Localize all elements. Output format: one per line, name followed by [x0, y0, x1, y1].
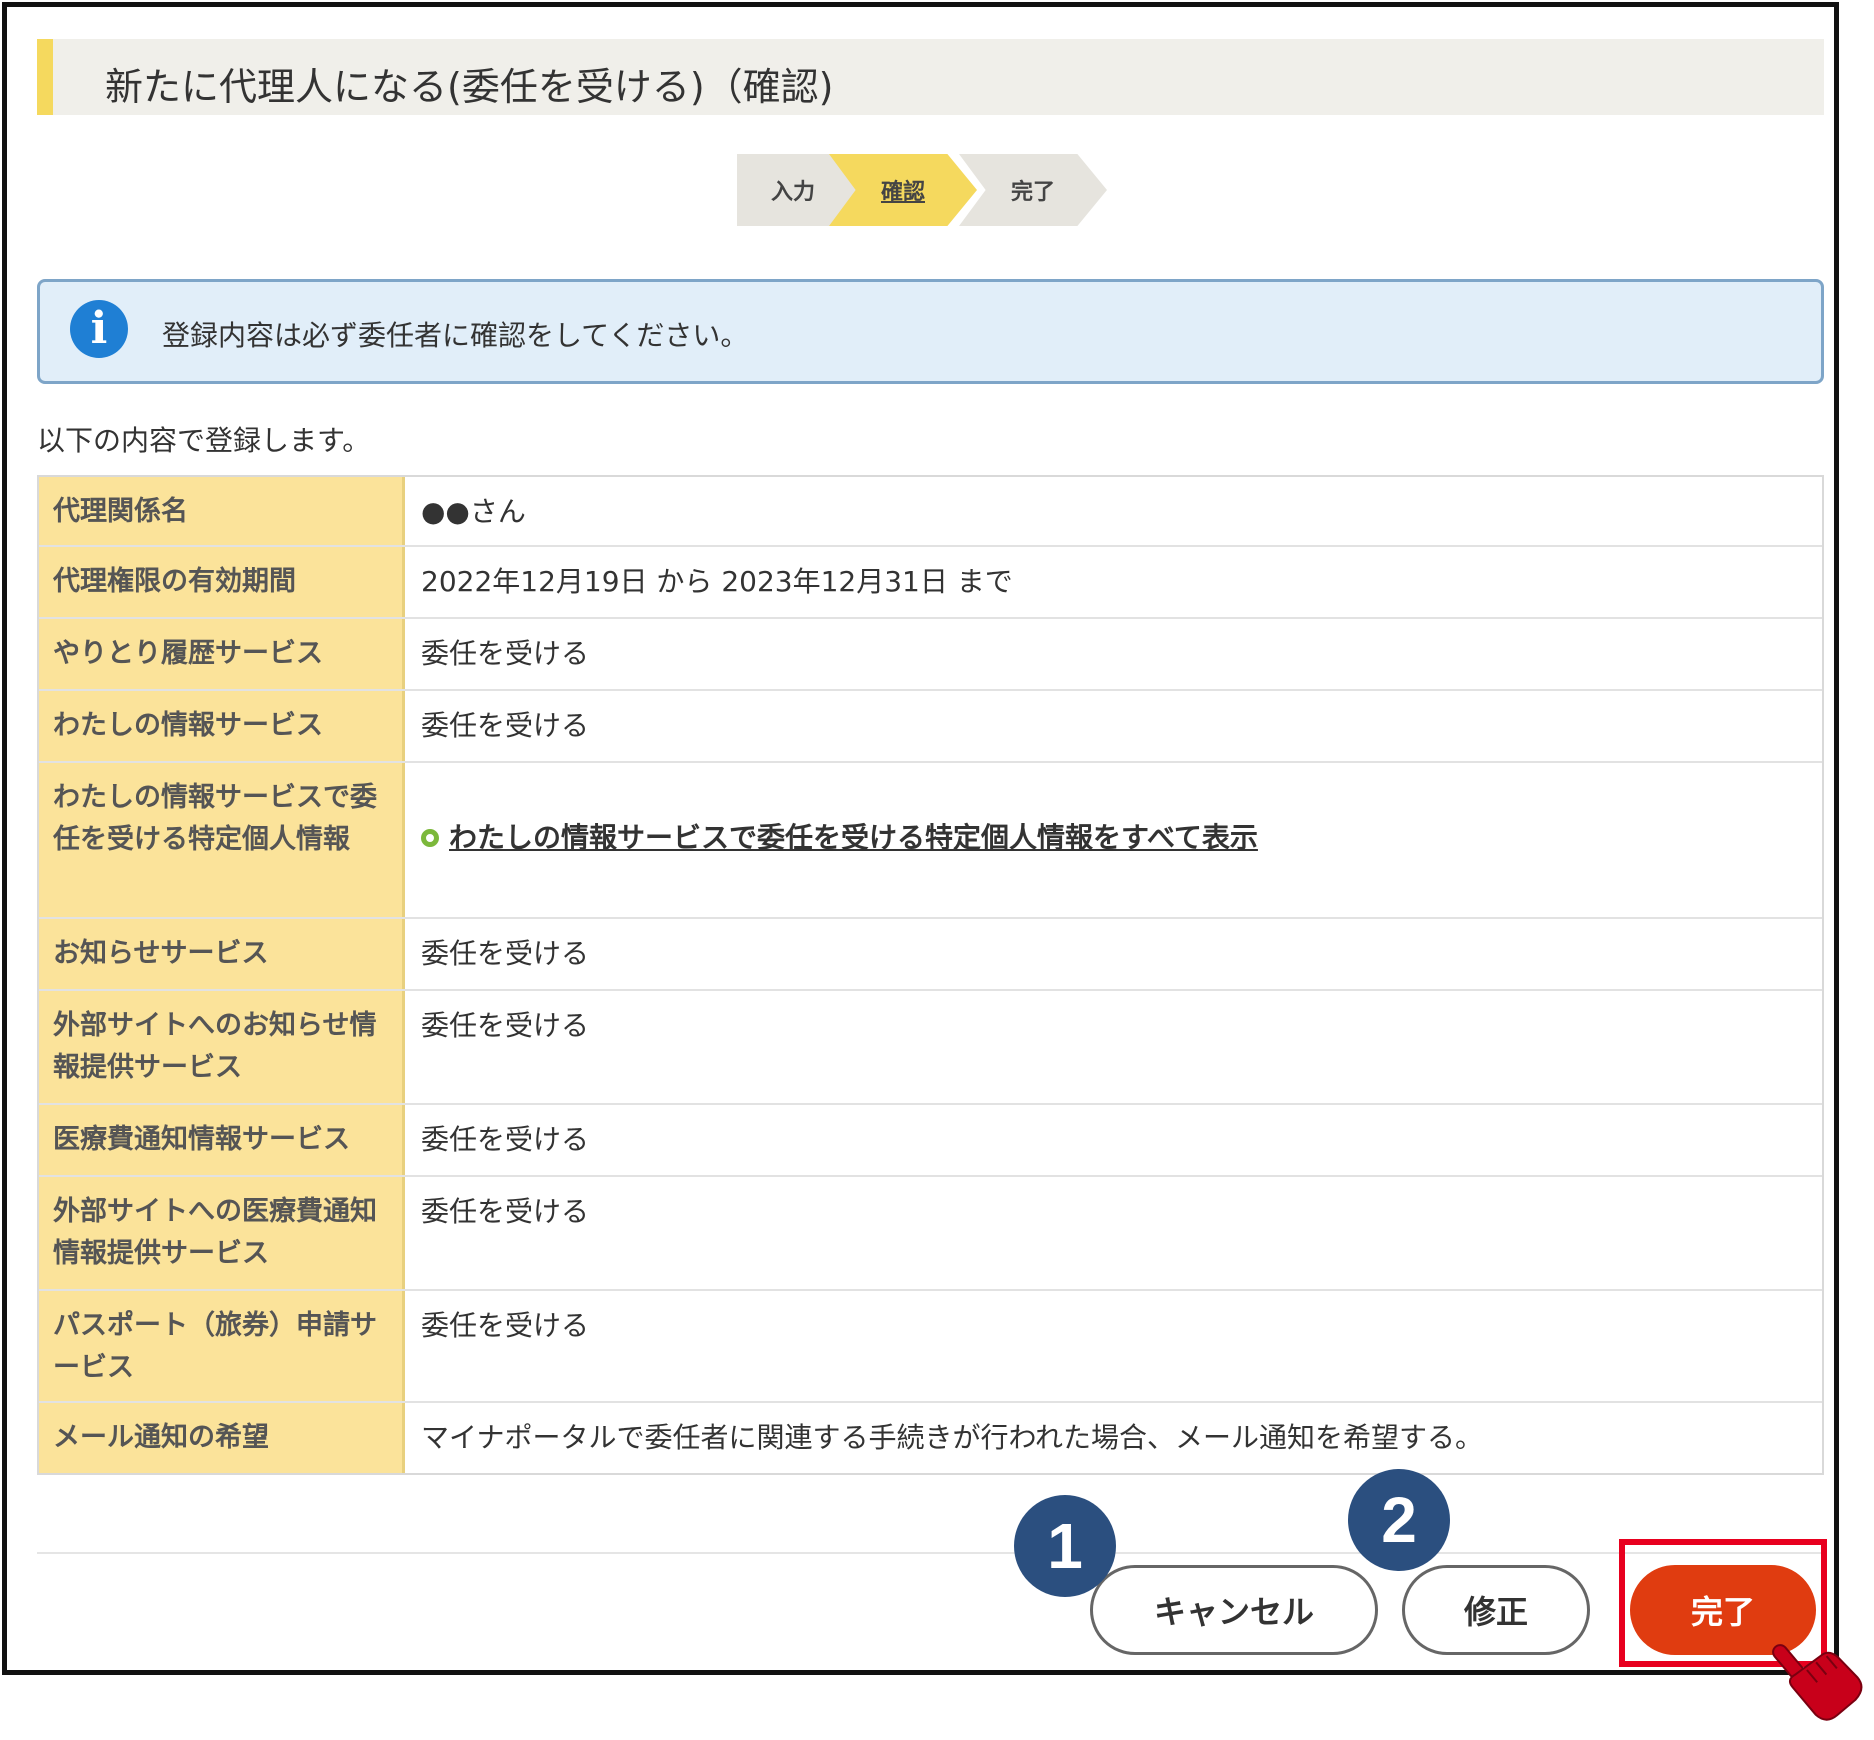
page-title-bar: 新たに代理人になる(委任を受ける)（確認) — [37, 39, 1824, 115]
row-label: 外部サイトへのお知らせ情報提供サービス — [39, 991, 405, 1103]
edit-button[interactable]: 修正 — [1402, 1565, 1590, 1655]
row-value: 委任を受ける — [421, 1123, 590, 1156]
page-frame: 新たに代理人になる(委任を受ける)（確認) 入力 完了 確認 i 登録内容は必ず… — [2, 2, 1839, 1675]
confirmation-table: 代理関係名 ●●さん 代理権限の有効期間 2022年12月19日 から 2023… — [37, 475, 1824, 1475]
row-label: お知らせサービス — [39, 919, 405, 989]
info-icon: i — [70, 300, 128, 358]
lead-text: 以下の内容で登録します。 — [37, 424, 371, 457]
row-value: ●●さん — [421, 495, 526, 528]
row-value: 委任を受ける — [421, 1195, 590, 1228]
row-value: わたしの情報サービスで委任を受ける特定個人情報をすべて表示 — [405, 763, 1822, 917]
row-label: やりとり履歴サービス — [39, 619, 405, 689]
table-row: わたしの情報サービス 委任を受ける — [39, 691, 1822, 763]
row-value: 委任を受ける — [421, 709, 590, 742]
row-label: 外部サイトへの医療費通知情報提供サービス — [39, 1177, 405, 1289]
table-row: わたしの情報サービスで委任を受ける特定個人情報 わたしの情報サービスで委任を受け… — [39, 763, 1822, 919]
table-row: お知らせサービス 委任を受ける — [39, 919, 1822, 991]
row-label: わたしの情報サービスで委任を受ける特定個人情報 — [39, 763, 405, 917]
page-title: 新たに代理人になる(委任を受ける)（確認) — [105, 65, 834, 109]
table-row: やりとり履歴サービス 委任を受ける — [39, 619, 1822, 691]
table-row: パスポート（旅券）申請サービス 委任を受ける — [39, 1291, 1822, 1403]
cancel-button[interactable]: キャンセル — [1090, 1565, 1378, 1655]
callout-badge-2: 2 — [1348, 1469, 1450, 1571]
table-row: 外部サイトへのお知らせ情報提供サービス 委任を受ける — [39, 991, 1822, 1105]
show-all-link-wrap[interactable]: わたしの情報サービスで委任を受ける特定個人情報をすべて表示 — [421, 817, 1806, 859]
info-message: 登録内容は必ず委任者に確認をしてください。 — [162, 319, 749, 352]
row-value: 2022年12月19日 から 2023年12月31日 まで — [421, 565, 1013, 598]
row-value: マイナポータルで委任者に関連する手続きが行われた場合、メール通知を希望する。 — [421, 1421, 1484, 1454]
table-row: 医療費通知情報サービス 委任を受ける — [39, 1105, 1822, 1177]
row-value: 委任を受ける — [421, 1309, 590, 1342]
row-label: パスポート（旅券）申請サービス — [39, 1291, 405, 1401]
row-label: わたしの情報サービス — [39, 691, 405, 761]
row-value: 委任を受ける — [421, 637, 590, 670]
row-label: 代理権限の有効期間 — [39, 547, 405, 617]
circle-bullet-icon — [421, 829, 439, 847]
section-divider — [37, 1552, 1824, 1554]
row-label: メール通知の希望 — [39, 1403, 405, 1473]
table-row: 代理権限の有効期間 2022年12月19日 から 2023年12月31日 まで — [39, 547, 1822, 619]
row-label: 医療費通知情報サービス — [39, 1105, 405, 1175]
show-all-personal-info-link[interactable]: わたしの情報サービスで委任を受ける特定個人情報をすべて表示 — [449, 817, 1258, 859]
row-value: 委任を受ける — [421, 937, 590, 970]
step-complete: 完了 — [959, 154, 1107, 226]
info-alert: i 登録内容は必ず委任者に確認をしてください。 — [37, 279, 1824, 384]
row-value: 委任を受ける — [421, 1009, 590, 1042]
table-row: 外部サイトへの医療費通知情報提供サービス 委任を受ける — [39, 1177, 1822, 1291]
progress-stepper: 入力 完了 確認 — [737, 154, 1107, 226]
pointing-hand-icon — [1772, 1644, 1863, 1721]
table-row: メール通知の希望 マイナポータルで委任者に関連する手続きが行われた場合、メール通… — [39, 1403, 1822, 1473]
table-row: 代理関係名 ●●さん — [39, 477, 1822, 547]
row-label: 代理関係名 — [39, 477, 405, 545]
callout-badge-1: 1 — [1014, 1495, 1116, 1597]
